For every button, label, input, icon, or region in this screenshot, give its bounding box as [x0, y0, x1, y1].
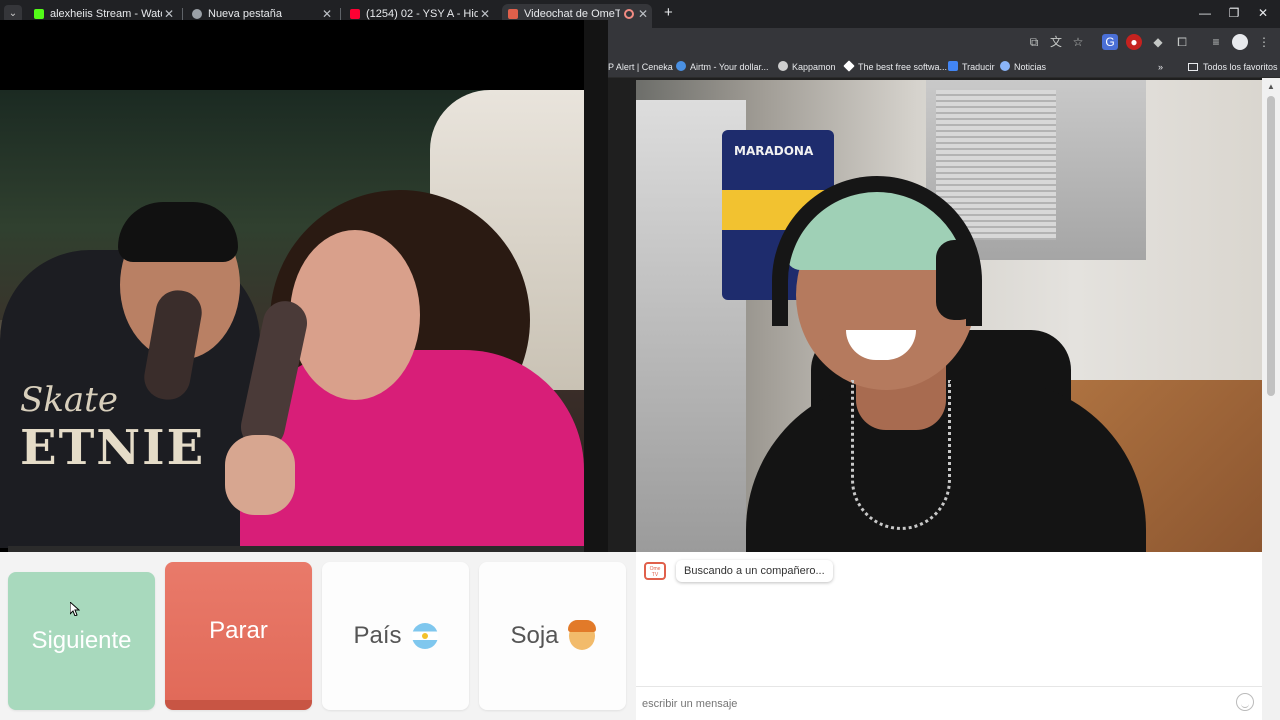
- bookmark-label: Kappamon: [792, 62, 836, 72]
- install-app-icon[interactable]: ⧉: [1026, 34, 1042, 50]
- hand: [225, 435, 295, 515]
- youtube-favicon-icon: [350, 9, 360, 19]
- next-button[interactable]: Siguiente: [8, 572, 155, 710]
- next-label: Siguiente: [31, 627, 132, 654]
- argentina-flag-icon: [411, 623, 438, 649]
- extensions-puzzle-icon[interactable]: ⧠: [1174, 34, 1190, 50]
- menu-kebab-icon[interactable]: ⋮: [1256, 34, 1272, 50]
- browser-toolbar: ⧉ 文 ☆ G ● ◆ ⧠ ≡ ⋮: [608, 28, 1280, 56]
- person-left-hair: [118, 202, 238, 262]
- shirt-print-big: ETNIE: [20, 420, 206, 476]
- bookmark-label: P Alert | Ceneka: [608, 62, 673, 72]
- kappamon-icon: [778, 61, 788, 71]
- stop-label: Parar: [209, 617, 268, 644]
- bookmark-item[interactable]: Kappamon: [778, 60, 836, 74]
- partner-video: Skate ETNIE: [0, 90, 584, 548]
- extension-record-icon[interactable]: ●: [1126, 34, 1142, 50]
- partner-video-panel: Skate ETNIE: [0, 20, 608, 552]
- bookmark-label: Noticias: [1014, 62, 1047, 72]
- emoji-picker-icon[interactable]: [1236, 693, 1254, 711]
- restore-button[interactable]: ❐: [1225, 6, 1243, 20]
- chat-controls: Siguiente Parar País Soja: [0, 552, 636, 720]
- neck-chain: [851, 380, 951, 530]
- shirt-print-small: Skate: [20, 380, 118, 420]
- message-input-bar: [636, 686, 1262, 720]
- jersey-text: MARADONA: [734, 144, 814, 158]
- close-window-button[interactable]: ✕: [1254, 6, 1272, 20]
- status-message: Buscando a un compañero...: [676, 560, 833, 582]
- bookmark-item[interactable]: Traducir: [948, 60, 995, 74]
- folder-icon: [1188, 63, 1198, 71]
- page-scrollbar[interactable]: ▲: [1262, 78, 1280, 720]
- more-bookmarks-chevron-icon[interactable]: »: [1158, 60, 1163, 74]
- scrollbar-thumb[interactable]: [1267, 96, 1275, 396]
- software-diamond-icon: [843, 60, 855, 72]
- recording-indicator-icon: [624, 9, 634, 19]
- media-controls-icon[interactable]: ≡: [1208, 34, 1224, 50]
- kick-favicon-icon: [34, 9, 44, 19]
- new-tab-button[interactable]: +: [664, 4, 678, 22]
- news-icon: [1000, 61, 1010, 71]
- bookmark-item[interactable]: The best free softwa...: [843, 60, 948, 74]
- mouse-cursor-icon: [69, 600, 81, 617]
- person-right-head: [290, 230, 420, 400]
- extension-translate-icon[interactable]: G: [1102, 34, 1118, 50]
- stop-button[interactable]: Parar: [165, 562, 312, 710]
- scroll-up-arrow-icon[interactable]: ▲: [1266, 82, 1276, 92]
- text-chat-panel: Ome TV Buscando a un compañero...: [636, 552, 1262, 720]
- minimize-button[interactable]: —: [1196, 6, 1214, 20]
- translate-icon[interactable]: 文: [1048, 34, 1064, 50]
- bookmark-item[interactable]: P Alert | Ceneka: [608, 60, 673, 74]
- boy-face-icon: [567, 620, 596, 650]
- bookmark-label: Traducir: [962, 62, 995, 72]
- country-filter-button[interactable]: País: [322, 562, 469, 710]
- chrome-favicon-icon: [192, 9, 202, 19]
- all-bookmarks-label: Todos los favoritos: [1203, 62, 1278, 72]
- tab-close-icon[interactable]: ✕: [638, 4, 648, 24]
- airtm-icon: [676, 61, 686, 71]
- gender-filter-button[interactable]: Soja: [479, 562, 626, 710]
- bookmark-label: Airtm - Your dollar...: [690, 62, 769, 72]
- bookmarks-bar: P Alert | Ceneka Airtm - Your dollar... …: [608, 56, 1280, 78]
- bookmark-item[interactable]: Noticias: [1000, 60, 1046, 74]
- extension-diamond-icon[interactable]: ◆: [1150, 34, 1166, 50]
- bookmark-star-icon[interactable]: ☆: [1070, 34, 1086, 50]
- bookmark-item[interactable]: Airtm - Your dollar...: [676, 60, 769, 74]
- ometv-logo-icon: Ome TV: [644, 562, 666, 580]
- headphone-earcup: [936, 240, 978, 320]
- self-webcam-video: MARADONA: [636, 80, 1262, 552]
- translate-icon: [948, 61, 958, 71]
- bookmark-label: The best free softwa...: [858, 62, 948, 72]
- video-edge-shadow: [584, 20, 608, 552]
- profile-avatar[interactable]: [1232, 34, 1248, 50]
- all-bookmarks-button[interactable]: Todos los favoritos: [1188, 60, 1278, 74]
- ometv-favicon-icon: [508, 9, 518, 19]
- country-label: País: [353, 622, 402, 649]
- message-input[interactable]: [642, 693, 1222, 715]
- gender-label: Soja: [510, 622, 559, 649]
